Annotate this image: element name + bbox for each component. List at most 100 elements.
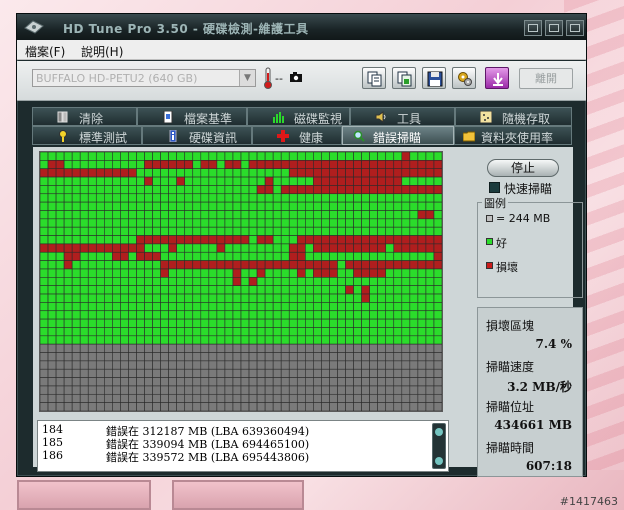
scan-block-ok <box>128 201 137 211</box>
scan-block-bad <box>385 160 395 170</box>
scan-block-pending <box>329 352 338 362</box>
scan-block-bad <box>393 235 403 245</box>
scan-block-ok <box>248 226 258 236</box>
scan-block-pending <box>248 377 258 387</box>
tab-file-benchmark[interactable]: 檔案基準 <box>137 107 247 126</box>
scan-block-ok <box>313 335 322 345</box>
log-scrollbar[interactable] <box>432 423 446 469</box>
scan-block-ok <box>168 285 177 295</box>
scan-block-ok <box>144 327 153 337</box>
save-button[interactable] <box>422 67 446 89</box>
scan-block-ok <box>152 327 161 337</box>
scan-block-ok <box>95 235 105 245</box>
quick-scan-checkbox[interactable] <box>489 182 500 193</box>
scroll-up-icon[interactable] <box>435 428 443 436</box>
scan-block-ok <box>313 318 322 328</box>
tab-error-scan[interactable]: 錯誤掃瞄 <box>342 126 454 145</box>
menu-help[interactable]: 說明(H) <box>81 43 123 60</box>
scan-block-ok <box>256 285 266 295</box>
tab-folder-usage[interactable]: 資料夾使用率 <box>454 126 572 145</box>
scan-block-ok <box>87 176 97 186</box>
scan-block-ok <box>200 168 210 178</box>
error-scan-panel: 184 錯誤在 312187 MB (LBA 639360494) 185 錯誤… <box>33 147 583 477</box>
scan-block-pending <box>409 343 419 353</box>
tab-disk-monitor[interactable]: 磁碟監視 <box>247 107 350 126</box>
maximize-button[interactable] <box>545 20 563 36</box>
scan-block-ok <box>296 318 306 328</box>
scan-block-ok <box>136 210 145 220</box>
scan-block-ok <box>393 318 403 328</box>
close-button[interactable] <box>566 20 584 36</box>
error-log-list[interactable]: 184 錯誤在 312187 MB (LBA 639360494) 185 錯誤… <box>37 420 449 472</box>
scan-block-ok <box>224 318 234 328</box>
tab-tools[interactable]: 工具 <box>350 107 455 126</box>
scan-block-pending <box>305 352 314 362</box>
scan-block-ok <box>208 210 218 220</box>
scan-block-ok <box>63 176 73 186</box>
chevron-down-icon[interactable]: ▼ <box>239 70 255 86</box>
scan-block-ok <box>385 251 395 261</box>
scan-block-ok <box>192 176 202 186</box>
drive-select[interactable]: BUFFALO HD-PETU2 (640 GB) ▼ <box>32 69 256 87</box>
scan-block-ok <box>200 251 210 261</box>
stop-button[interactable]: 停止 <box>487 159 559 177</box>
scan-block-pending <box>433 368 442 378</box>
scan-block-ok <box>176 185 186 195</box>
scan-block-ok <box>184 277 194 286</box>
scan-block-ok <box>321 277 330 286</box>
hd-tune-logo-icon <box>24 20 44 34</box>
minimize-button[interactable] <box>524 20 542 36</box>
scan-block-ok <box>353 193 362 203</box>
scan-block-ok <box>55 335 65 345</box>
copy-text-button[interactable] <box>362 67 386 89</box>
scan-block-bad <box>337 160 346 170</box>
scan-block-ok <box>369 302 378 312</box>
tab-erase[interactable]: 清除 <box>32 107 137 126</box>
scan-block-ok <box>280 193 290 203</box>
scan-block-ok <box>120 318 129 328</box>
scan-block-pending <box>136 402 145 411</box>
tab-health[interactable]: 健康 <box>252 126 342 145</box>
scan-block-ok <box>120 193 129 203</box>
scan-block-ok <box>79 251 89 261</box>
download-button[interactable] <box>485 67 509 89</box>
magnifier-icon <box>353 130 365 142</box>
options-button[interactable] <box>452 67 476 89</box>
scan-block-ok <box>112 210 121 220</box>
tab-benchmark[interactable]: 標準測試 <box>32 126 142 145</box>
scan-block-pending <box>160 393 169 403</box>
scan-block-pending <box>63 402 73 411</box>
menu-file[interactable]: 檔案(F) <box>25 43 65 60</box>
scan-block-ok <box>208 302 218 312</box>
scan-block-ok <box>112 310 121 320</box>
copy-image-button[interactable] <box>392 67 416 89</box>
scan-block-pending <box>248 385 258 395</box>
scan-block-ok <box>184 335 194 345</box>
scan-block-ok <box>208 152 218 161</box>
scan-block-ok <box>417 293 427 303</box>
scan-block-pending <box>425 368 435 378</box>
tab-info[interactable]: 硬碟資訊 <box>142 126 252 145</box>
scan-block-ok <box>393 277 403 286</box>
screenshot-camera-icon[interactable] <box>290 72 302 82</box>
scan-block-pending <box>79 368 89 378</box>
scan-block-ok <box>136 185 145 195</box>
exit-button[interactable]: 離開 <box>519 68 573 89</box>
scroll-down-icon[interactable] <box>435 457 443 465</box>
scan-block-ok <box>433 277 442 286</box>
scan-block-ok <box>112 293 121 303</box>
scan-block-pending <box>192 385 202 395</box>
scan-block-ok <box>224 152 234 161</box>
scan-block-bad <box>280 185 290 195</box>
scan-block-pending <box>393 352 403 362</box>
scan-block-ok <box>272 302 282 312</box>
scan-block-pending <box>40 385 49 395</box>
scan-block-ok <box>152 277 161 286</box>
scan-block-pending <box>40 393 49 403</box>
scan-block-ok <box>369 201 378 211</box>
tab-random-access[interactable]: 隨機存取 <box>455 107 572 126</box>
scan-block-pending <box>361 360 370 370</box>
scan-block-pending <box>321 385 330 395</box>
scan-block-ok <box>95 285 105 295</box>
scan-block-ok <box>345 310 354 320</box>
